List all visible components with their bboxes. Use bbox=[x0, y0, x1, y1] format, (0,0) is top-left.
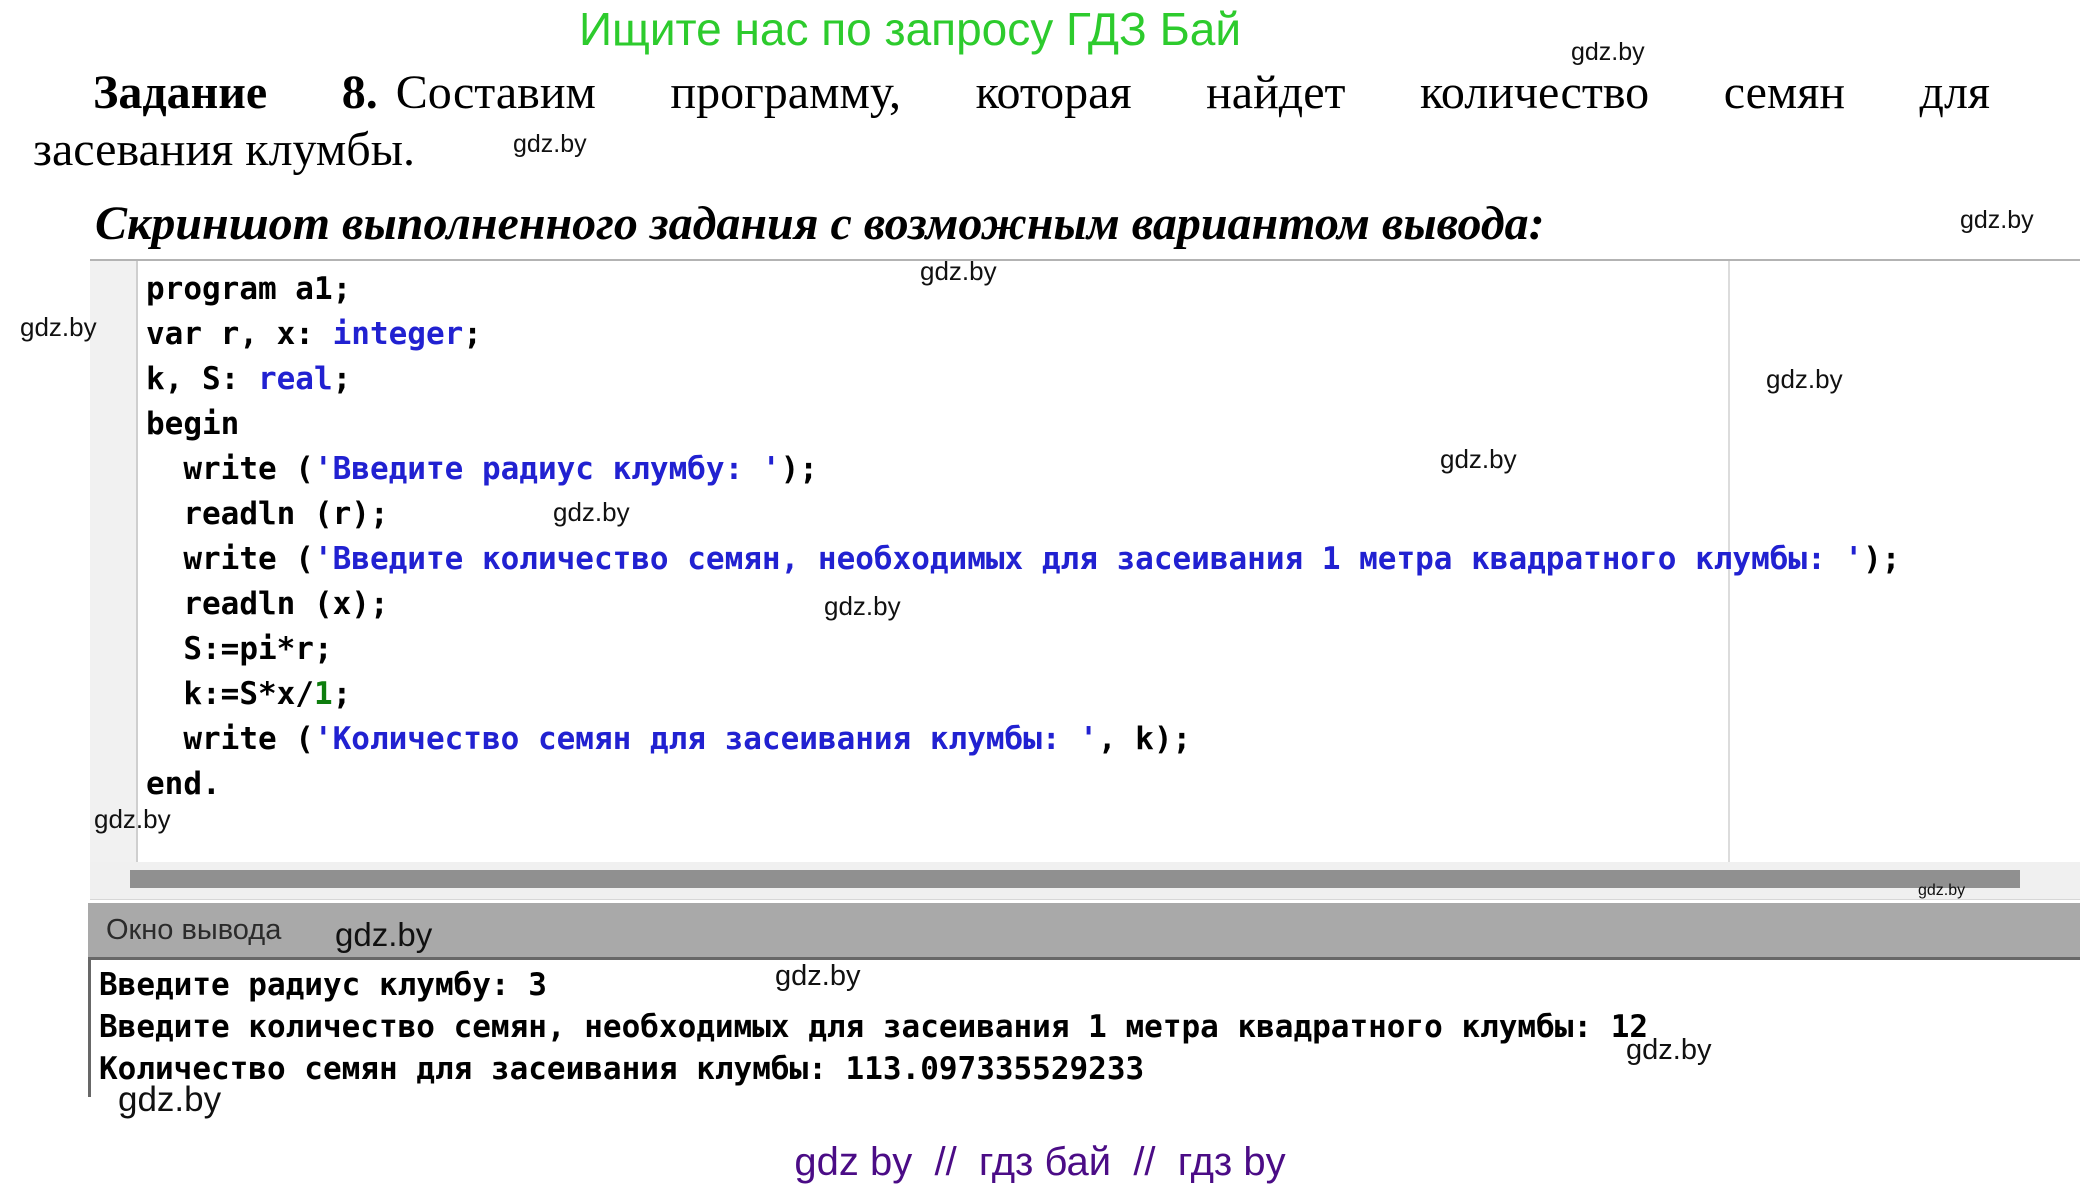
code-line: write ('Введите радиус клумбу: '); bbox=[146, 447, 1900, 492]
output-line: Введите радиус клумбу: 3 bbox=[99, 964, 1648, 1006]
code-token-plain: write ( bbox=[146, 451, 314, 487]
gdz-watermark: gdz.by bbox=[920, 256, 997, 287]
gdz-watermark: gdz.by bbox=[118, 1080, 221, 1120]
site-banner: Ищите нас по запросу ГДЗ Бай bbox=[0, 2, 1820, 56]
code-token-str: 'Введите количество семян, необходимых д… bbox=[314, 541, 1863, 577]
code-line: k, S: real; bbox=[146, 357, 1900, 402]
code-token-plain: k:=S*x/ bbox=[146, 676, 314, 712]
screenshot-caption: Скриншот выполненного задания с возможны… bbox=[95, 196, 1545, 251]
gdz-watermark: gdz.by bbox=[20, 312, 97, 343]
code-token-plain: S:=pi*r; bbox=[146, 631, 333, 667]
gdz-watermark: gdz.by bbox=[775, 960, 860, 993]
horizontal-scrollbar[interactable] bbox=[90, 862, 2080, 899]
code-line: k:=S*x/1; bbox=[146, 672, 1900, 717]
code-token-plain: ; bbox=[333, 676, 352, 712]
task-text: Составим программу, которая найдет колич… bbox=[396, 66, 1990, 119]
code-token-type: integer bbox=[333, 316, 464, 352]
gdz-watermark: gdz.by bbox=[94, 804, 171, 835]
output-line: Количество семян для засеивания клумбы: … bbox=[99, 1048, 1648, 1090]
gdz-watermark: gdz.by bbox=[553, 497, 630, 528]
code-token-plain: k, S: bbox=[146, 361, 258, 397]
code-line: write ('Количество семян для засеивания … bbox=[146, 717, 1900, 762]
code-line: program a1; bbox=[146, 267, 1900, 312]
code-line: readln (x); bbox=[146, 582, 1900, 627]
code-token-plain: var r, x: bbox=[146, 316, 333, 352]
output-window: Введите радиус клумбу: 3Введите количест… bbox=[88, 957, 2080, 1097]
code-token-plain: begin bbox=[146, 406, 239, 442]
task-paragraph-line2: засевания клумбы. bbox=[33, 121, 1990, 178]
code-token-plain: ; bbox=[333, 361, 352, 397]
code-token-plain: ; bbox=[463, 316, 482, 352]
code-editor-window[interactable]: program a1;var r, x: integer;k, S: real;… bbox=[90, 259, 2080, 900]
code-line: S:=pi*r; bbox=[146, 627, 1900, 672]
code-token-plain: ); bbox=[1863, 541, 1900, 577]
output-window-title: Окно вывода bbox=[106, 914, 281, 946]
gdz-watermark: gdz.by bbox=[1626, 1034, 1711, 1067]
output-text-area: Введите радиус клумбу: 3Введите количест… bbox=[99, 964, 1648, 1090]
gdz-watermark: gdz.by bbox=[1766, 364, 1843, 395]
gdz-watermark: gdz.by bbox=[824, 591, 901, 622]
code-line: readln (r); bbox=[146, 492, 1900, 537]
editor-gutter bbox=[90, 261, 138, 862]
code-token-plain: ); bbox=[781, 451, 818, 487]
gdz-watermark: gdz.by bbox=[1440, 444, 1517, 475]
gdz-watermark: gdz.by bbox=[1918, 882, 1965, 900]
code-line: end. bbox=[146, 762, 1900, 807]
code-line: begin bbox=[146, 402, 1900, 447]
output-line: Введите количество семян, необходимых дл… bbox=[99, 1006, 1648, 1048]
code-token-plain: readln (r); bbox=[146, 496, 389, 532]
code-token-str: 'Введите радиус клумбу: ' bbox=[314, 451, 781, 487]
scrollbar-thumb[interactable] bbox=[130, 870, 2020, 888]
gdz-watermark: gdz.by bbox=[335, 916, 432, 954]
code-area[interactable]: program a1;var r, x: integer;k, S: real;… bbox=[146, 267, 1900, 807]
code-token-plain: end. bbox=[146, 766, 221, 802]
code-line: var r, x: integer; bbox=[146, 312, 1900, 357]
code-token-plain: readln (x); bbox=[146, 586, 389, 622]
task-number: Задание 8. bbox=[93, 66, 396, 119]
page: Ищите нас по запросу ГДЗ Бай Задание 8.С… bbox=[0, 0, 2080, 1186]
footer-keywords: gdz by // гдз бай // гдз by bbox=[0, 1140, 2080, 1185]
code-token-plain: write ( bbox=[146, 721, 314, 757]
code-token-plain: program a1; bbox=[146, 271, 351, 307]
code-token-str: 'Количество семян для засеивания клумбы:… bbox=[314, 721, 1098, 757]
code-token-plain: write ( bbox=[146, 541, 314, 577]
code-token-type: real bbox=[258, 361, 333, 397]
gdz-watermark: gdz.by bbox=[1960, 206, 2034, 235]
task-paragraph-line1: Задание 8.Составим программу, которая на… bbox=[33, 64, 1990, 121]
code-line: write ('Введите количество семян, необхо… bbox=[146, 537, 1900, 582]
gdz-watermark: gdz.by bbox=[513, 130, 587, 159]
code-token-num: 1 bbox=[314, 676, 333, 712]
gdz-watermark: gdz.by bbox=[1571, 38, 1645, 67]
code-token-plain: , k); bbox=[1098, 721, 1191, 757]
